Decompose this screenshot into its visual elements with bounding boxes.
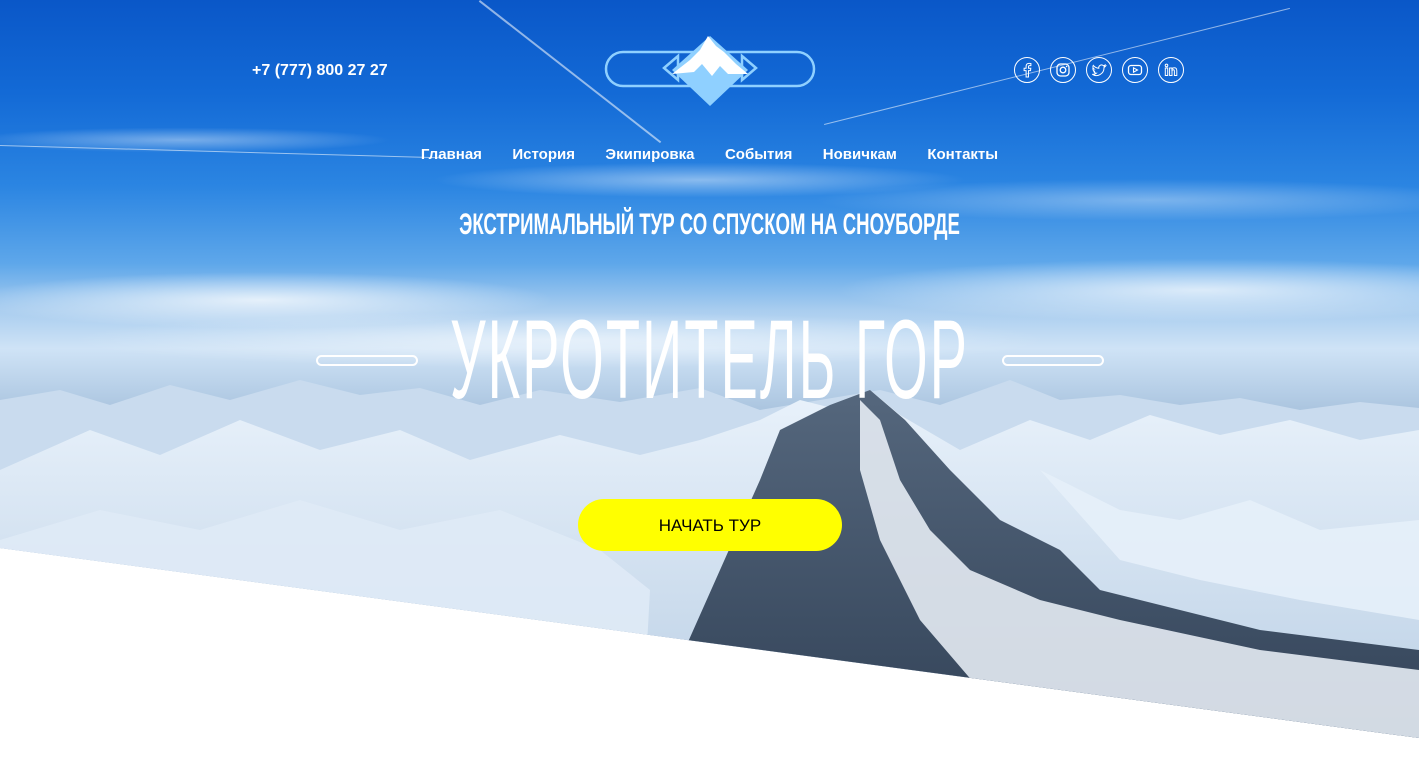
main-nav: Главная История Экипировка События Нович… (0, 146, 1419, 164)
hero-subtitle: ЭКСТРИМАЛЬНЫЙ ТУР СО СПУСКОМ НА СНОУБОРД… (459, 208, 960, 241)
twitter-icon[interactable] (1086, 57, 1112, 83)
nav-item-contacts[interactable]: Контакты (927, 146, 998, 163)
social-links (1014, 57, 1184, 83)
instagram-icon[interactable] (1050, 57, 1076, 83)
nav-item-beginners[interactable]: Новичкам (823, 146, 897, 163)
nav-item-history[interactable]: История (512, 146, 575, 163)
phone-number[interactable]: +7 (777) 800 27 27 (252, 62, 388, 80)
nav-item-home[interactable]: Главная (421, 146, 482, 163)
mountain-range (0, 380, 1419, 738)
snowboard-mountain-logo[interactable] (604, 30, 816, 110)
nav-item-equipment[interactable]: Экипировка (605, 146, 694, 163)
nav-item-events[interactable]: События (725, 146, 792, 163)
start-tour-button[interactable]: НАЧАТЬ ТУР (578, 499, 842, 551)
hero-title: УКРОТИТЕЛЬ ГОР (449, 297, 970, 422)
linkedin-icon[interactable] (1158, 57, 1184, 83)
youtube-icon[interactable] (1122, 57, 1148, 83)
decorative-bar-right (1002, 355, 1104, 366)
facebook-icon[interactable] (1014, 57, 1040, 83)
